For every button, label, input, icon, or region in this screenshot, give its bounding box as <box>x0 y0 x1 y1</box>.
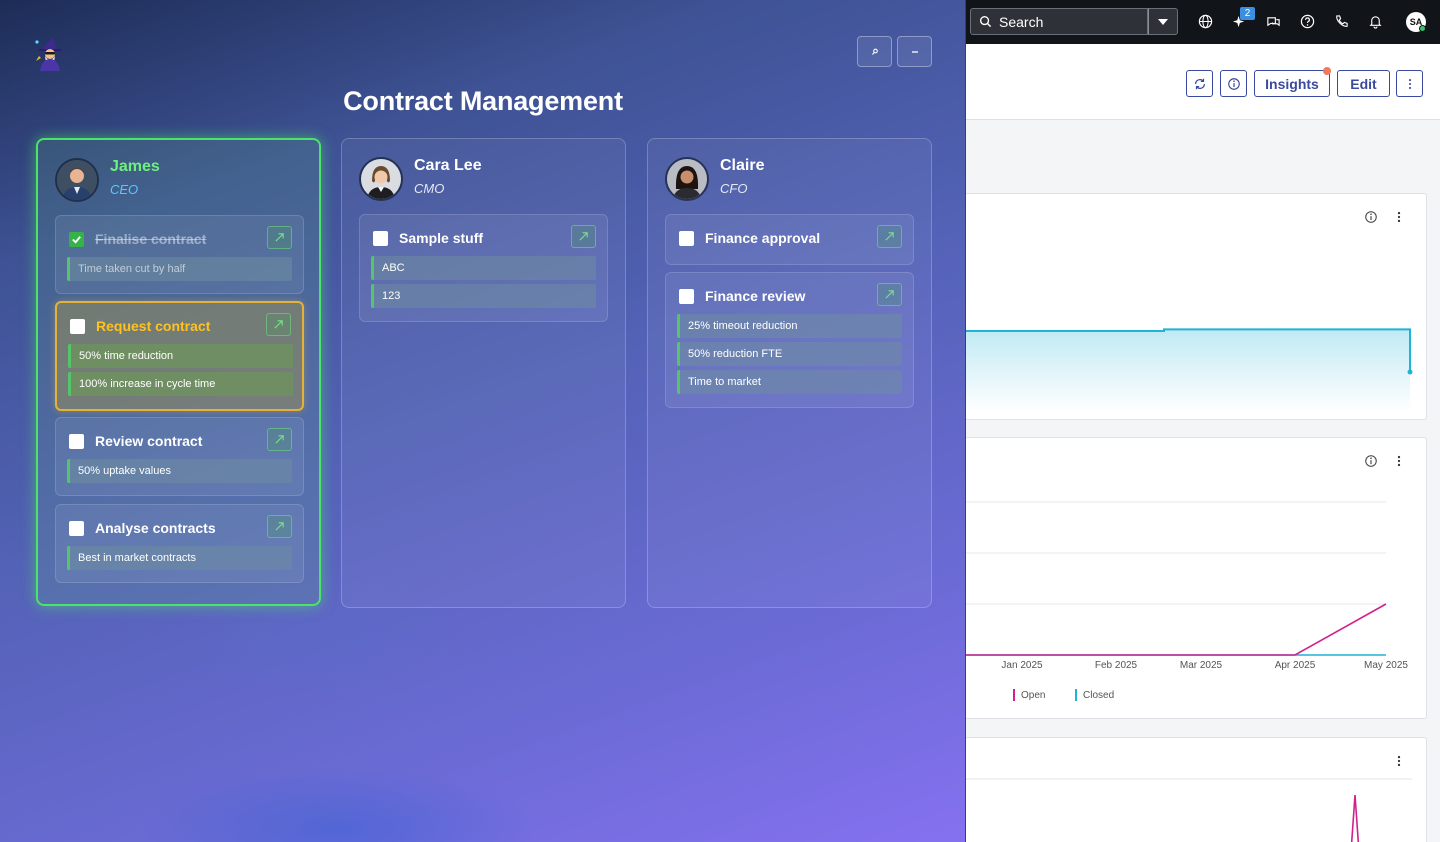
task-checkbox[interactable] <box>70 318 85 334</box>
stakeholder-name: James <box>110 158 160 175</box>
task-title: Analyse contracts <box>95 520 216 536</box>
arrow-up-right-icon <box>885 290 894 299</box>
task-title: Finance approval <box>705 230 821 246</box>
open-task-button[interactable] <box>877 225 902 248</box>
stakeholder-role: CFO <box>720 181 748 196</box>
task-checkbox[interactable] <box>373 230 388 246</box>
arrow-up-right-icon <box>274 320 283 329</box>
stakeholder-role: CMO <box>414 181 445 196</box>
page-title: Contract Management <box>343 86 623 116</box>
arrow-up-right-icon <box>885 232 894 241</box>
stakeholder-column-cara-lee[interactable]: Cara Lee CMO Sample stuff ABC 123 <box>341 138 626 608</box>
minimize-button[interactable] <box>897 36 932 67</box>
task-metric: 50% time reduction <box>68 344 293 368</box>
stakeholder-name: Cara Lee <box>414 157 482 174</box>
task-checkbox[interactable] <box>679 288 694 304</box>
stakeholder-header: Claire CFO <box>665 157 764 201</box>
task-card-sample-stuff[interactable]: Sample stuff ABC 123 <box>359 214 608 322</box>
task-card-review-contract[interactable]: Review contract 50% uptake values <box>55 417 304 496</box>
task-metric: ABC <box>371 256 596 280</box>
stakeholder-role: CEO <box>110 182 139 197</box>
task-metric: 50% reduction FTE <box>677 342 902 366</box>
open-task-button[interactable] <box>267 515 292 538</box>
spike-series-line <box>1350 794 1360 842</box>
task-metric: Best in market contracts <box>67 546 292 570</box>
contract-management-window: Contract Management James CEO Finalise c… <box>0 0 966 842</box>
task-card-analyse-contracts[interactable]: Analyse contracts Best in market contrac… <box>55 504 304 583</box>
wizard-logo-icon <box>32 35 68 71</box>
key-icon <box>871 48 878 55</box>
task-card-finance-approval[interactable]: Finance approval <box>665 214 914 265</box>
task-metric: 123 <box>371 284 596 308</box>
stakeholder-name: Claire <box>720 157 765 174</box>
task-card-finalise-contract[interactable]: Finalise contract Time taken cut by half <box>55 215 304 294</box>
task-metric: 100% increase in cycle time <box>68 372 293 396</box>
task-checkbox[interactable] <box>69 231 84 247</box>
stakeholder-header: James CEO <box>55 158 160 202</box>
task-metric: Time to market <box>677 370 902 394</box>
stakeholder-column-claire[interactable]: Claire CFO Finance approval Finance revi… <box>647 138 932 608</box>
open-task-button[interactable] <box>267 226 292 249</box>
stakeholder-column-james[interactable]: James CEO Finalise contract Time taken c… <box>36 138 321 606</box>
task-card-finance-review[interactable]: Finance review 25% timeout reduction 50%… <box>665 272 914 408</box>
arrow-up-right-icon <box>275 233 284 242</box>
task-title: Finance review <box>705 288 806 304</box>
task-title: Review contract <box>95 433 203 449</box>
checkmark-icon <box>72 235 81 244</box>
task-checkbox[interactable] <box>679 230 694 246</box>
arrow-up-right-icon <box>275 522 284 531</box>
task-title: Finalise contract <box>95 231 207 247</box>
task-metric: 25% timeout reduction <box>677 314 902 338</box>
arrow-up-right-icon <box>579 232 588 241</box>
task-title: Sample stuff <box>399 230 484 246</box>
task-metric: 50% uptake values <box>67 459 292 483</box>
task-checkbox[interactable] <box>69 520 84 536</box>
open-task-button[interactable] <box>267 428 292 451</box>
open-task-button[interactable] <box>877 283 902 306</box>
arrow-up-right-icon <box>275 435 284 444</box>
avatar[interactable] <box>55 158 99 202</box>
avatar[interactable] <box>665 157 709 201</box>
open-task-button[interactable] <box>266 313 291 336</box>
open-task-button[interactable] <box>571 225 596 248</box>
task-title: Request contract <box>96 318 211 334</box>
minimize-icon <box>911 50 918 53</box>
avatar[interactable] <box>359 157 403 201</box>
stakeholder-header: Cara Lee CMO <box>359 157 482 201</box>
task-checkbox[interactable] <box>69 433 84 449</box>
task-metric: Time taken cut by half <box>67 257 292 281</box>
task-card-request-contract[interactable]: Request contract 50% time reduction 100%… <box>55 301 304 411</box>
search-toggle-button[interactable] <box>857 36 892 67</box>
